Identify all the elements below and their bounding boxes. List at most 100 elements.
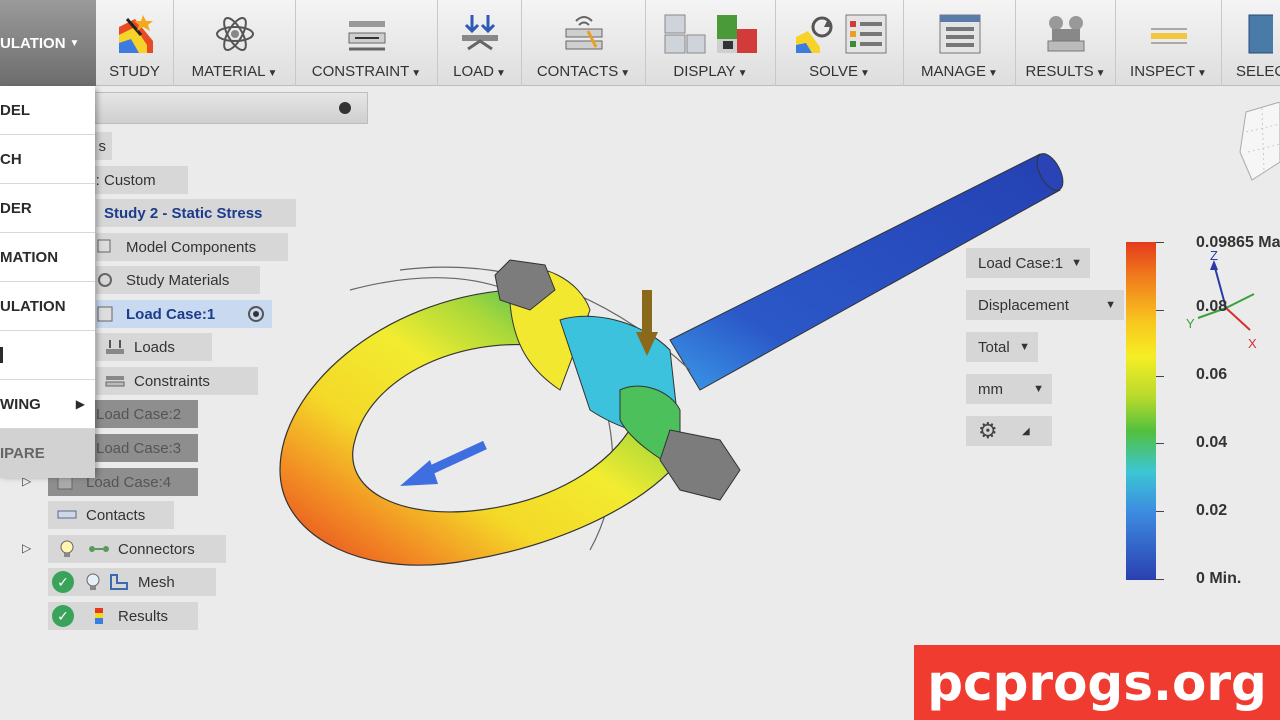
toolbar-group-load[interactable]: LOAD ▼ xyxy=(438,0,522,86)
mesh-label: Mesh xyxy=(138,573,175,591)
toolbar-group-constraint[interactable]: CONSTRAINT ▼ xyxy=(296,0,438,86)
load-case-select[interactable]: Load Case:1 ▼ xyxy=(966,248,1090,278)
chevron-down-icon: ▼ xyxy=(737,68,748,79)
menu-item-simulation[interactable]: ULATION xyxy=(0,282,95,331)
result-type-select[interactable]: Displacement ▼ xyxy=(966,290,1124,320)
check-icon: ✓ xyxy=(52,605,74,627)
legend-tick xyxy=(1156,443,1164,444)
tree-node-study-materials[interactable]: Study Materials xyxy=(96,266,260,294)
results-legend-icon xyxy=(95,608,103,624)
load-case-4-label: Load Case:4 xyxy=(86,473,172,491)
toolbar: ULATION ▼ STUDY MATERIAL ▼ CONSTRAINT ▼ … xyxy=(0,0,1280,86)
menu-item-animation[interactable]: MATION xyxy=(0,233,95,282)
submenu-arrow-icon: ▶ xyxy=(75,397,85,411)
toolbar-group-study[interactable]: STUDY xyxy=(96,0,174,86)
select-icon xyxy=(1248,14,1273,54)
materials-icon xyxy=(98,273,112,287)
expand-corner-icon[interactable]: ◢ xyxy=(1022,426,1030,437)
workspace-label: ULATION xyxy=(0,34,66,52)
chevron-down-icon: ▼ xyxy=(69,37,80,49)
connectors-label: Connectors xyxy=(118,540,195,558)
gear-icon[interactable]: ⚙ xyxy=(978,418,998,444)
view-cube-icon[interactable] xyxy=(1236,102,1280,182)
toolbar-group-results[interactable]: RESULTS ▼ xyxy=(1016,0,1116,86)
contacts-label: Contacts xyxy=(86,506,146,524)
menu-item-fragment xyxy=(0,347,3,363)
lightbulb-icon[interactable] xyxy=(82,573,104,591)
workspace-button[interactable]: ULATION ▼ xyxy=(0,0,96,86)
results-icon xyxy=(1047,16,1084,52)
inspect-measure-icon xyxy=(1150,28,1187,44)
tree-node-connectors[interactable]: Connectors xyxy=(48,535,226,563)
toolbar-constraint-label: CONSTRAINT xyxy=(311,63,410,80)
tree-node-load-case-3[interactable]: Load Case:3 xyxy=(86,434,198,462)
lightbulb-icon[interactable] xyxy=(56,540,78,558)
menu-item-patch[interactable]: CH xyxy=(0,135,95,184)
toolbar-group-solve[interactable]: SOLVE ▼ xyxy=(776,0,904,86)
legend-tick xyxy=(1156,511,1164,512)
toolbar-group-manage[interactable]: MANAGE ▼ xyxy=(904,0,1016,86)
toolbar-study-label: STUDY xyxy=(109,63,160,80)
toolbar-group-select[interactable]: SELEC xyxy=(1222,0,1280,86)
load-case-select-value: Load Case:1 xyxy=(978,254,1064,272)
legend-label: 0.04 xyxy=(1196,434,1228,451)
unit-select[interactable]: mm ▼ xyxy=(966,374,1052,404)
chevron-down-icon: ▼ xyxy=(1095,68,1106,79)
load-arrow-icon xyxy=(461,15,498,51)
axis-x-label: X xyxy=(1248,336,1257,351)
constraints-label: Constraints xyxy=(134,372,210,390)
toolbar-manage-label: MANAGE xyxy=(921,63,987,80)
display-lock-icon xyxy=(716,15,757,53)
color-legend-bar xyxy=(1126,242,1156,580)
menu-item-drawing[interactable]: WING ▶ xyxy=(0,380,95,429)
chevron-down-icon: ▼ xyxy=(495,68,506,79)
tree-node-units[interactable]: ts: Custom xyxy=(84,166,188,194)
component-select[interactable]: Total ▼ xyxy=(966,332,1038,362)
toolbar-group-display[interactable]: DISPLAY ▼ xyxy=(646,0,776,86)
tree-node-constraints[interactable]: Constraints xyxy=(96,367,258,395)
legend-label: 0.08 xyxy=(1196,298,1228,315)
menu-item-compare[interactable]: IPARE xyxy=(0,429,95,478)
toolbar-material-label: MATERIAL xyxy=(191,63,266,80)
tree-node-partial-label: s xyxy=(98,137,107,155)
tree-node-load-case-2[interactable]: Load Case:2 xyxy=(86,400,198,428)
browser-options-icon[interactable] xyxy=(339,102,351,114)
menu-item-label: IPARE xyxy=(0,445,45,462)
watermark-text: pcprogs.org xyxy=(927,653,1267,712)
tree-node-mesh[interactable]: ✓ Mesh xyxy=(48,568,216,596)
toolbar-solve-label: SOLVE xyxy=(809,63,858,80)
toolbar-group-inspect[interactable]: INSPECT ▼ xyxy=(1116,0,1222,86)
chevron-down-icon: ▼ xyxy=(1197,68,1207,79)
toolbar-select-label: SELEC xyxy=(1236,63,1280,80)
chevron-down-icon: ▼ xyxy=(1105,299,1116,311)
expand-triangle-icon[interactable]: ▷ xyxy=(22,541,31,555)
chevron-down-icon: ▼ xyxy=(1071,257,1082,269)
menu-item-render[interactable]: DER xyxy=(0,184,95,233)
menu-item-label: WING xyxy=(0,395,41,413)
toolbar-group-contacts[interactable]: CONTACTS ▼ xyxy=(522,0,646,86)
model-components-label: Model Components xyxy=(126,238,257,256)
menu-item-model[interactable]: DEL xyxy=(0,86,95,135)
legend-tick xyxy=(1156,579,1164,580)
study-name: Study 2 - Static Stress xyxy=(104,204,263,222)
check-icon: ✓ xyxy=(52,571,74,593)
result-settings[interactable]: ⚙ ◢ xyxy=(966,416,1052,446)
chevron-down-icon: ▼ xyxy=(620,68,631,79)
menu-item-label: MATION xyxy=(0,248,59,266)
toolbar-display-label: DISPLAY xyxy=(673,63,736,80)
toolbar-results-label: RESULTS xyxy=(1025,63,1094,80)
tree-node-results[interactable]: ✓ Results xyxy=(48,602,198,630)
tree-node-load-case-1[interactable]: Load Case:1 xyxy=(96,300,272,328)
results-label: Results xyxy=(118,607,169,625)
toolbar-group-material[interactable]: MATERIAL ▼ xyxy=(174,0,296,86)
legend-tick xyxy=(1156,376,1164,377)
chevron-down-icon: ▼ xyxy=(988,68,998,79)
tree-node-contacts[interactable]: Contacts xyxy=(48,501,174,529)
menu-item-label: CH xyxy=(0,150,22,168)
chevron-down-icon: ▼ xyxy=(860,68,870,79)
chevron-down-icon: ▼ xyxy=(1019,341,1030,353)
mesh-icon xyxy=(110,574,128,590)
menu-item-cam[interactable] xyxy=(0,331,95,380)
menu-item-label: ULATION xyxy=(0,297,66,315)
tree-node-loads[interactable]: Loads xyxy=(96,333,212,361)
